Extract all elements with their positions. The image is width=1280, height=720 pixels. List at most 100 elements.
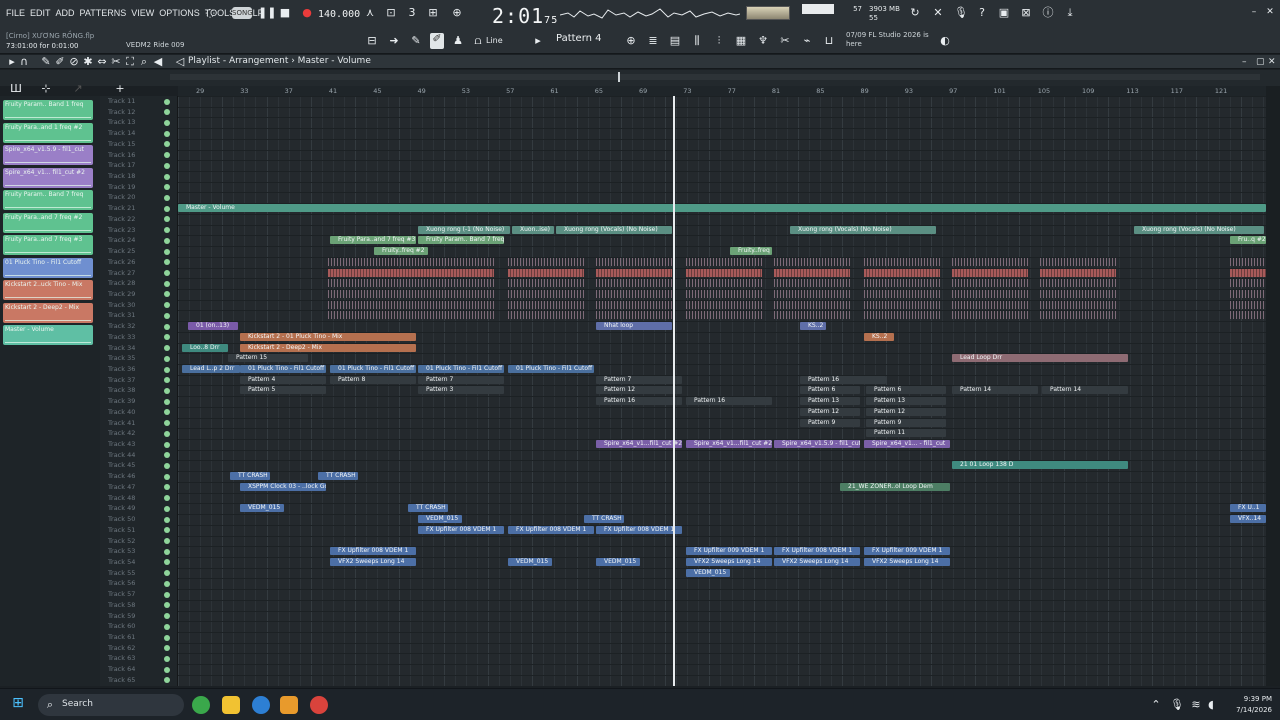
pattern-block[interactable] xyxy=(508,257,584,266)
track-header[interactable]: Track 20 xyxy=(108,192,135,203)
wait-input-icon[interactable]: ⊡ xyxy=(385,7,397,19)
track-mute-dot[interactable] xyxy=(164,516,170,523)
track-header[interactable]: Track 18 xyxy=(108,171,135,182)
playlist-clip[interactable]: TT CRASH xyxy=(408,504,448,513)
pause-icon[interactable]: ❚❚ xyxy=(258,7,276,19)
track-header[interactable]: Track 53 xyxy=(108,546,135,557)
track-header[interactable]: Track 16 xyxy=(108,150,135,161)
playlist-clip[interactable]: 21 01 Loop 138 D xyxy=(952,461,1128,470)
track-header[interactable]: Track 48 xyxy=(108,493,135,504)
pattern-selector[interactable]: Pattern 4 xyxy=(556,33,602,44)
pattern-block[interactable] xyxy=(774,300,850,309)
track-header[interactable]: Track 26 xyxy=(108,257,135,268)
picker-channel[interactable]: Kickstart 2..uck Tino - Mix xyxy=(3,280,93,300)
pattern-block[interactable] xyxy=(1040,279,1116,288)
pattern-block[interactable] xyxy=(328,279,494,288)
stop-icon[interactable]: ■ xyxy=(279,7,291,19)
playlist-clip[interactable]: VFX..14 xyxy=(1230,515,1266,524)
track-mute-dot[interactable] xyxy=(164,259,170,266)
playlist-clip[interactable]: Pattern 8 xyxy=(330,375,416,384)
track-header[interactable]: Track 35 xyxy=(108,353,135,364)
playlist-clip[interactable]: Fruity..freq #2 xyxy=(374,247,428,256)
track-mute-dot[interactable] xyxy=(164,570,170,577)
pattern-block[interactable] xyxy=(864,268,940,277)
playlist-clip[interactable]: 01 Pluck Tino - Fil1 Cutoff xyxy=(418,365,504,373)
taskbar-search[interactable]: ⌕ Search xyxy=(38,694,184,716)
playlist-clip[interactable]: Xuong rong (Vocals) (No Noise) xyxy=(1134,225,1264,234)
playlist-clip[interactable]: Fruity Para..and 7 freq #3 xyxy=(330,236,416,245)
playlist-clip[interactable]: Pattern 16 xyxy=(596,397,682,406)
pattern-block[interactable] xyxy=(596,311,672,320)
track-mute-dot[interactable] xyxy=(164,666,170,673)
pattern-block[interactable] xyxy=(952,257,1028,266)
track-mute-dot[interactable] xyxy=(164,173,170,180)
playlist-clip[interactable]: Spire_x64_v1... - fil1_cut xyxy=(864,440,950,449)
pattern-block[interactable] xyxy=(508,268,584,277)
fl-studio-icon[interactable] xyxy=(280,696,298,714)
track-mute-dot[interactable] xyxy=(164,248,170,255)
pattern-block[interactable] xyxy=(1230,311,1266,320)
playlist-clip[interactable]: Spire_x64_v1...fil1_cut #2 xyxy=(596,440,682,449)
track-mute-dot[interactable] xyxy=(164,527,170,534)
playlist-maximize-icon[interactable]: ▢ xyxy=(1256,57,1265,67)
playlist-clip[interactable]: XSPPM Clock 03 - ..lock Goes Crazy xyxy=(240,482,326,491)
vertical-scrollbar[interactable] xyxy=(1266,86,1280,686)
taskbar-clock[interactable]: 9:39 PM 7/14/2026 xyxy=(1216,694,1272,716)
piano-roll-icon[interactable]: ▤ xyxy=(669,35,681,47)
pattern-block[interactable] xyxy=(686,311,762,320)
menu-edit[interactable]: EDIT xyxy=(30,8,51,18)
stamp-icon[interactable]: ♟ xyxy=(452,35,464,47)
wifi-icon[interactable]: ≋ xyxy=(1190,699,1202,711)
playlist-clip[interactable]: FX Upfilter 008 VDEM 1 xyxy=(418,525,504,534)
pattern-block[interactable] xyxy=(774,279,850,288)
playlist-clip[interactable]: FX U..1 xyxy=(1230,504,1266,513)
pattern-block[interactable] xyxy=(952,289,1028,298)
track-header[interactable]: Track 40 xyxy=(108,407,135,418)
track-mute-dot[interactable] xyxy=(164,130,170,137)
playlist-clip[interactable]: VFX2 Sweeps Long 14 xyxy=(864,557,950,566)
playlist-clip[interactable]: Pattern 6 xyxy=(800,386,860,395)
magnet-small-icon[interactable]: ∩ xyxy=(18,56,30,68)
arrangement-grid[interactable]: Master - Volume Xuong rong (-1 (No Noise)… xyxy=(178,96,1266,686)
track-header[interactable]: Track 42 xyxy=(108,428,135,439)
track-mute-dot[interactable] xyxy=(164,98,170,105)
track-mute-dot[interactable] xyxy=(164,184,170,191)
pattern-block[interactable] xyxy=(864,257,940,266)
track-mute-dot[interactable] xyxy=(164,216,170,223)
mixer-icon[interactable]: ⫼ xyxy=(691,35,703,47)
app-icon[interactable] xyxy=(252,696,270,714)
track-mute-dot[interactable] xyxy=(164,645,170,652)
plugin-icon[interactable]: ⊠ xyxy=(1020,7,1032,19)
track-header[interactable]: Track 38 xyxy=(108,385,135,396)
playlist-clip[interactable]: KS..2 xyxy=(800,322,826,331)
track-mute-dot[interactable] xyxy=(164,366,170,373)
pattern-block[interactable] xyxy=(596,300,672,309)
track-header[interactable]: Track 15 xyxy=(108,139,135,150)
playlist-clip[interactable]: Pattern 6 xyxy=(866,386,946,395)
playlist-clip[interactable]: 01 (on..13) xyxy=(188,322,238,331)
playlist-clip[interactable]: VFX2 Sweeps Long 14 xyxy=(774,557,860,566)
pattern-block[interactable] xyxy=(952,300,1028,309)
track-header[interactable]: Track 45 xyxy=(108,460,135,471)
track-header[interactable]: Track 14 xyxy=(108,128,135,139)
playlist-clip[interactable]: Pattern 16 xyxy=(686,397,772,406)
scroll-thumb[interactable] xyxy=(618,72,620,82)
picker-channel[interactable]: Spire_x64_v1... fil1_cut #2 xyxy=(3,167,93,188)
pattern-block[interactable] xyxy=(686,300,762,309)
track-header[interactable]: Track 24 xyxy=(108,235,135,246)
playlist-clip[interactable]: Xuong rong (Vocals) (No Noise) xyxy=(790,225,936,234)
playlist-clip[interactable]: VFX2 Sweeps Long 14 xyxy=(330,557,416,566)
pattern-block[interactable] xyxy=(1230,300,1266,309)
pattern-block[interactable] xyxy=(328,268,494,277)
pattern-block[interactable] xyxy=(1040,289,1116,298)
pattern-block[interactable] xyxy=(952,279,1028,288)
track-mute-dot[interactable] xyxy=(164,162,170,169)
pattern-block[interactable] xyxy=(596,279,672,288)
info-icon[interactable]: ⓘ xyxy=(1042,7,1054,19)
track-header[interactable]: Track 50 xyxy=(108,514,135,525)
folder-icon[interactable] xyxy=(222,696,240,714)
track-header[interactable]: Track 55 xyxy=(108,568,135,579)
track-header[interactable]: Track 27 xyxy=(108,268,135,279)
save-icon[interactable]: ▣ xyxy=(998,7,1010,19)
pattern-block[interactable] xyxy=(596,289,672,298)
